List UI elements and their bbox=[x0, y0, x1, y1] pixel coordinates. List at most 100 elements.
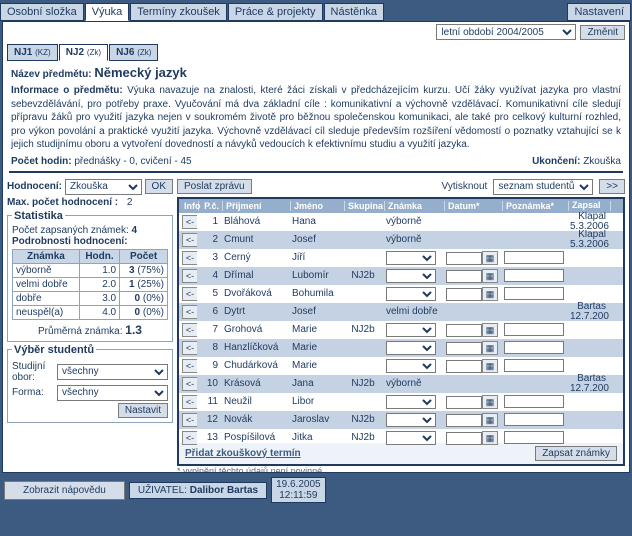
date-input[interactable] bbox=[446, 432, 482, 445]
row-info-icon[interactable]: <- bbox=[182, 413, 197, 427]
tab-4[interactable]: Nástěnka bbox=[324, 3, 384, 21]
main-panel: letní období 2004/2005 Změnit NJ1 (KZ)NJ… bbox=[2, 21, 630, 473]
hours-value: přednášky - 0, cvičení - 45 bbox=[74, 156, 191, 167]
send-message-button[interactable]: Poslat zprávu bbox=[177, 179, 252, 194]
table-row: <-1BláhováHanavýborněKlapal5.3.2006 bbox=[179, 213, 623, 231]
row-info-icon[interactable]: <- bbox=[182, 359, 197, 373]
subject-name-label: Název předmětu: bbox=[11, 69, 92, 80]
subtab-NJ2[interactable]: NJ2 (Zk) bbox=[59, 44, 108, 61]
table-row: <-6DytrtJosefvelmi dobřeBartas12.7.2005 bbox=[179, 303, 623, 321]
table-row: <-5DvořákováBohumila▦ bbox=[179, 285, 623, 303]
save-grades-button[interactable]: Zapsat známky bbox=[535, 446, 617, 461]
calendar-icon[interactable]: ▦ bbox=[482, 287, 498, 301]
note-input[interactable] bbox=[504, 395, 564, 408]
end-value: Zkouška bbox=[583, 156, 621, 167]
note-input[interactable] bbox=[504, 359, 564, 372]
note-input[interactable] bbox=[504, 323, 564, 336]
note-input[interactable] bbox=[504, 287, 564, 300]
subtab-NJ6[interactable]: NJ6 (Zk) bbox=[109, 44, 158, 61]
grade-select[interactable] bbox=[386, 395, 436, 409]
subject-subtabs: NJ1 (KZ)NJ2 (Zk)NJ6 (Zk) bbox=[3, 42, 629, 63]
calendar-icon[interactable]: ▦ bbox=[482, 431, 498, 445]
calendar-icon[interactable]: ▦ bbox=[482, 413, 498, 427]
date-input[interactable] bbox=[446, 342, 482, 355]
date-input[interactable] bbox=[446, 270, 482, 283]
ok-button[interactable]: OK bbox=[145, 179, 173, 194]
subtab-NJ1[interactable]: NJ1 (KZ) bbox=[7, 44, 58, 61]
main-tabs: Osobní složkaVýukaTermíny zkoušekPráce &… bbox=[0, 0, 632, 21]
calendar-icon[interactable]: ▦ bbox=[482, 251, 498, 265]
grade-select[interactable] bbox=[386, 431, 436, 445]
change-button[interactable]: Změnit bbox=[580, 25, 625, 40]
date-input[interactable] bbox=[446, 414, 482, 427]
grade-select[interactable] bbox=[386, 413, 436, 427]
hours-label: Počet hodin: bbox=[11, 156, 72, 167]
row-info-icon[interactable]: <- bbox=[182, 395, 197, 409]
tab-settings[interactable]: Nastavení bbox=[567, 3, 631, 21]
note-input[interactable] bbox=[504, 431, 564, 444]
grade-select[interactable] bbox=[386, 359, 436, 373]
students-grid: InfoP.č.PříjmeníJménoSkupinaZnámkaDatum*… bbox=[177, 197, 625, 466]
date-input[interactable] bbox=[446, 288, 482, 301]
calendar-icon[interactable]: ▦ bbox=[482, 341, 498, 355]
print-go-button[interactable]: >> bbox=[599, 179, 625, 194]
row-info-icon[interactable]: <- bbox=[182, 215, 197, 229]
end-label: Ukončení: bbox=[532, 156, 580, 167]
note-input[interactable] bbox=[504, 251, 564, 264]
set-button[interactable]: Nastavit bbox=[118, 403, 168, 418]
bottom-bar: Zobrazit nápovědu UŽIVATEL: Dalibor Bart… bbox=[0, 473, 632, 507]
grading-label: Hodnocení: bbox=[7, 181, 62, 192]
calendar-icon[interactable]: ▦ bbox=[482, 269, 498, 283]
note-input[interactable] bbox=[504, 413, 564, 426]
grade-select[interactable] bbox=[386, 251, 436, 265]
row-info-icon[interactable]: <- bbox=[182, 323, 197, 337]
grading-select[interactable]: Zkouška bbox=[65, 179, 142, 195]
table-row: <-8HanzlíčkováMarie▦ bbox=[179, 339, 623, 357]
row-info-icon[interactable]: <- bbox=[182, 341, 197, 355]
selection-fieldset: Výběr studentů Studijní obor:všechny For… bbox=[7, 344, 173, 423]
note-input[interactable] bbox=[504, 341, 564, 354]
date-input[interactable] bbox=[446, 396, 482, 409]
tab-1[interactable]: Výuka bbox=[85, 3, 130, 21]
row-info-icon[interactable]: <- bbox=[182, 269, 197, 283]
print-label: Vytisknout bbox=[442, 181, 488, 192]
calendar-icon[interactable]: ▦ bbox=[482, 323, 498, 337]
table-row: <-7GrohováMarieNJ2b▦ bbox=[179, 321, 623, 339]
date-input[interactable] bbox=[446, 252, 482, 265]
datetime-box: 19.6.200512:11:59 bbox=[271, 477, 326, 503]
note-input[interactable] bbox=[504, 269, 564, 282]
grade-select[interactable] bbox=[386, 287, 436, 301]
row-info-icon[interactable]: <- bbox=[182, 233, 197, 247]
grade-select[interactable] bbox=[386, 323, 436, 337]
row-info-icon[interactable]: <- bbox=[182, 251, 197, 265]
tab-3[interactable]: Práce & projekty bbox=[228, 3, 323, 21]
selection-legend: Výběr studentů bbox=[12, 344, 96, 356]
help-button[interactable]: Zobrazit nápovědu bbox=[4, 481, 125, 500]
add-term-link[interactable]: Přidat zkouškový termín bbox=[185, 448, 301, 459]
row-info-icon[interactable]: <- bbox=[182, 377, 197, 391]
print-select[interactable]: seznam studentů bbox=[493, 179, 593, 195]
grade-select[interactable] bbox=[386, 269, 436, 283]
table-row: <-10KrásováJanaNJ2bvýborněBartas12.7.200… bbox=[179, 375, 623, 393]
stats-fieldset: Statistika Počet zapsaných známek: 4 Pod… bbox=[7, 210, 173, 342]
date-input[interactable] bbox=[446, 360, 482, 373]
tab-2[interactable]: Termíny zkoušek bbox=[130, 3, 227, 21]
grade-select[interactable] bbox=[386, 341, 436, 355]
subject-info-label: Informace o předmětu: bbox=[11, 85, 123, 96]
row-info-icon[interactable]: <- bbox=[182, 287, 197, 301]
stats-table: ZnámkaHodn.Početvýborně1.03 (75%)velmi d… bbox=[12, 249, 168, 320]
table-row: <-11NeužilLibor▦ bbox=[179, 393, 623, 411]
calendar-icon[interactable]: ▦ bbox=[482, 395, 498, 409]
tab-0[interactable]: Osobní složka bbox=[0, 3, 84, 21]
maxgrade-value: 2 bbox=[127, 197, 133, 208]
user-name: Dalibor Bartas bbox=[190, 485, 258, 496]
form-select[interactable]: všechny bbox=[57, 385, 168, 401]
row-info-icon[interactable]: <- bbox=[182, 431, 197, 445]
field-select[interactable]: všechny bbox=[57, 364, 168, 380]
period-select[interactable]: letní období 2004/2005 bbox=[436, 24, 576, 40]
row-info-icon[interactable]: <- bbox=[182, 305, 197, 319]
grid-note: * vyplnění těchto údajů není povinné bbox=[177, 466, 625, 474]
stats-legend: Statistika bbox=[12, 210, 65, 222]
calendar-icon[interactable]: ▦ bbox=[482, 359, 498, 373]
date-input[interactable] bbox=[446, 324, 482, 337]
